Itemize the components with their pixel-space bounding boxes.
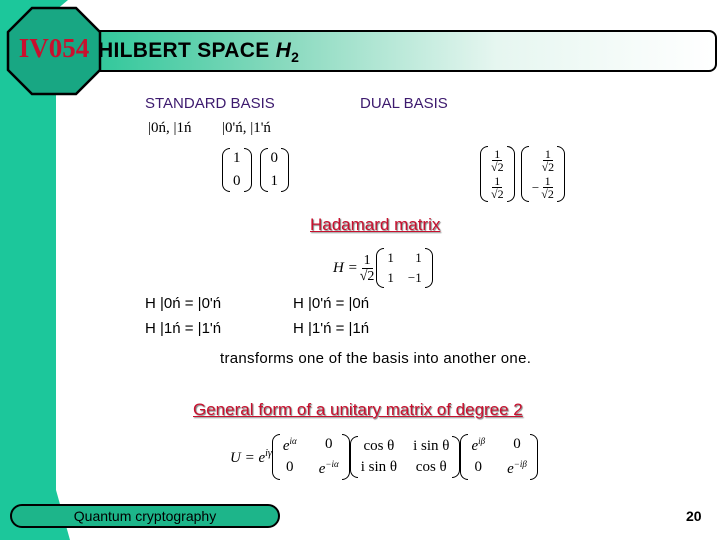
vector-ket1: 0 1 — [259, 148, 289, 192]
unitary-lhs: U = eiγ — [230, 447, 272, 466]
matrix-entry: e−iβ — [507, 459, 527, 477]
footer-course-label: Quantum cryptography — [10, 504, 280, 528]
matrix-entry: e−iα — [318, 459, 339, 477]
vector-entry: 0 — [270, 150, 279, 166]
matrix-entry: 0 — [286, 459, 294, 475]
matrix-entry: 0 — [324, 436, 333, 452]
matrix-entry: −1 — [407, 270, 422, 285]
page-number: 20 — [686, 508, 702, 524]
matrix-entry: 0 — [474, 459, 483, 475]
title-text: HILBERT SPACE — [98, 39, 276, 62]
vector-entry: 1 — [233, 150, 241, 166]
hadamard-note: transforms one of the basis into another… — [220, 350, 532, 367]
dual-kets: |0'ń, |1'ń — [222, 120, 271, 136]
hadamard-eq-2-left: H |1ń = |1'ń — [145, 320, 222, 337]
unitary-matrix-beta: eiβ 0 0 e−iβ — [460, 434, 538, 480]
negative-fraction: −1 √2 — [531, 174, 554, 201]
matrix-entry: 1 — [387, 270, 394, 285]
vector-ket1-prime: 1 √2 −1 √2 — [520, 146, 566, 202]
matrix-entry: 1 — [387, 250, 394, 265]
matrix-entry: i sin θ — [360, 459, 398, 475]
matrix-entry: eiα — [282, 436, 297, 454]
vector-ket0-prime: 1 √2 1 √2 — [480, 146, 515, 202]
dual-vectors: 1 √2 1 √2 1 √2 −1 √2 — [480, 146, 566, 202]
hadamard-eq-1-right: H |0'ń = |0ń — [293, 295, 370, 312]
matrix-entry: cos θ — [363, 438, 395, 454]
hadamard-factor: 1 √2 — [359, 252, 375, 284]
hadamard-lhs: H = — [333, 259, 358, 276]
standard-vectors: 1 0 0 1 — [222, 148, 289, 192]
matrix-entry: eiβ — [471, 436, 486, 454]
matrix-entry: 1 — [415, 250, 422, 265]
vector-entry: 1 — [270, 173, 279, 189]
fraction: 1 √2 — [491, 174, 504, 201]
dual-basis-label: DUAL BASIS — [360, 95, 448, 112]
matrix-entry: cos θ — [415, 459, 447, 475]
hadamard-heading-link[interactable]: Hadamard matrix — [310, 215, 440, 235]
hadamard-eq-2-right: H |1'ń = |1ń — [293, 320, 370, 337]
matrix-entry: i sin θ — [413, 438, 450, 454]
standard-kets: |0ń, |1ń — [148, 120, 192, 136]
unitary-matrix-theta: cos θ i sin θ i sin θ cos θ — [349, 436, 461, 478]
course-code: IV054 — [18, 33, 90, 63]
hadamard-formula: H = 1 √2 1 1 1 −1 — [333, 248, 433, 288]
title-symbol: H — [275, 39, 292, 62]
unitary-matrix-alpha: eiα 0 0 e−iα — [271, 434, 350, 480]
vector-ket0: 1 0 — [222, 148, 252, 192]
standard-basis-label: STANDARD BASIS — [145, 95, 275, 112]
vector-entry: 0 — [233, 173, 241, 189]
unitary-formula: U = eiγ eiα 0 0 e−iα cos θ i sin θ i sin… — [230, 434, 538, 480]
fraction: 1 √2 — [491, 147, 504, 174]
fraction: 1 √2 — [541, 147, 555, 174]
matrix-entry: 0 — [513, 436, 521, 452]
hadamard-matrix: 1 1 1 −1 — [376, 248, 433, 288]
slide-title: HILBERT SPACE H2 — [98, 33, 299, 75]
hadamard-eq-1-left: H |0ń = |0'ń — [145, 295, 222, 312]
title-subscript: 2 — [291, 49, 300, 66]
unitary-heading-link[interactable]: General form of a unitary matrix of degr… — [193, 400, 523, 420]
